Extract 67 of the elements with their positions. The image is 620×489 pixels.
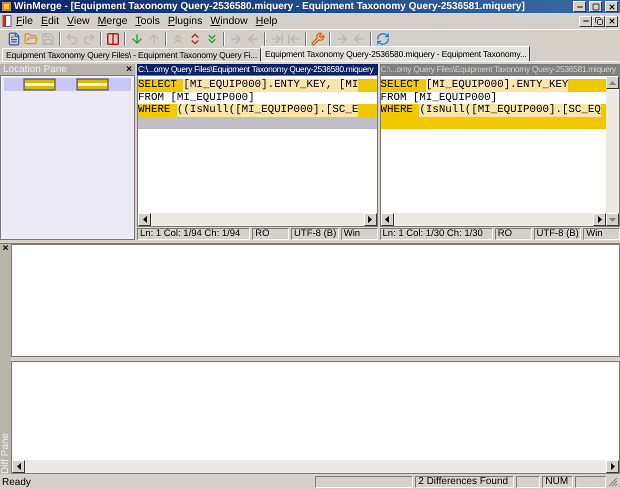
status-cell: Ln: 1 Col: 1/30 Ch: 1/30 (380, 228, 493, 240)
scroll-right-button[interactable] (593, 213, 606, 226)
close-button[interactable] (605, 1, 618, 12)
close-icon (608, 17, 616, 25)
status-cell: RO (252, 228, 290, 240)
right-arrow-icon (368, 216, 372, 223)
resize-grip-icon (608, 477, 618, 487)
minimize-button[interactable] (579, 16, 592, 26)
file-path-header: C:\...omy Query Files\Equipment Taxonomy Query-2536580.miquery (137, 64, 378, 75)
menu-item[interactable]: Window (206, 15, 252, 27)
menu-item[interactable]: Edit (36, 15, 64, 27)
status-cell: Ln: 1 Col: 1/94 Ch: 1/94 (137, 228, 250, 240)
scroll-right-button[interactable] (364, 213, 376, 226)
horizontal-scrollbar[interactable] (138, 213, 376, 226)
restore-button[interactable] (592, 16, 605, 26)
close-icon (608, 2, 616, 10)
scroll-left-button[interactable] (12, 460, 25, 473)
document-icon (2, 15, 12, 27)
refresh-icon[interactable] (375, 30, 391, 46)
menu-item[interactable]: Merge (94, 15, 132, 27)
maximize-button[interactable] (589, 1, 602, 12)
status-cell (575, 476, 606, 488)
up-arrow-icon (609, 80, 616, 84)
scroll-right-button[interactable] (606, 460, 619, 473)
status-cell: RO (494, 228, 532, 240)
menu-item[interactable]: View (63, 15, 94, 27)
document-tab[interactable]: Equipment Taxonomy Query Files\ - Equipment Taxonomy Query Fi... (2, 48, 262, 61)
pane-title: Diff Pane (0, 433, 11, 474)
close-button[interactable]: × (126, 64, 132, 74)
menu-item[interactable]: Tools (131, 15, 164, 27)
status-cell (516, 476, 540, 488)
menu-item[interactable]: File (12, 15, 37, 27)
pane-title: Location Pane (3, 64, 67, 75)
file-path-header: C:\...omy Query Files\Equipment Taxonomy Query-2536581.miquery (380, 64, 620, 75)
left-arrow-icon (16, 463, 20, 470)
status-cell: UTF-8 (B) (534, 228, 582, 240)
status-cell: 2 Differences Found (415, 476, 514, 488)
menu-item[interactable]: Plugins (164, 15, 206, 27)
vertical-scrollbar[interactable] (606, 76, 619, 226)
scroll-up-button[interactable] (606, 76, 619, 89)
app-icon (2, 2, 11, 11)
close-button[interactable] (605, 16, 618, 26)
horizontal-scrollbar[interactable] (12, 460, 619, 473)
status-cell: Win (583, 228, 620, 240)
horizontal-scrollbar[interactable] (380, 213, 606, 226)
status-cell: Win (340, 228, 378, 240)
status-cell: NUM (542, 476, 574, 488)
down-arrow-icon (609, 218, 616, 222)
status-text: Ready (2, 476, 32, 488)
window-title: WinMerge - [Equipment Taxonomy Query-2536580.miquery - Equipment Taxonomy Query-2536581.miquery] (14, 1, 526, 12)
columns-icon[interactable] (105, 30, 121, 46)
left-arrow-icon (142, 216, 146, 223)
left-arrow-icon (385, 216, 389, 223)
status-cell: UTF-8 (B) (291, 228, 339, 240)
minimize-button[interactable] (573, 1, 586, 12)
document-tab[interactable]: Equipment Taxonomy Query-2536580.miquery - Equipment Taxonomy... (261, 46, 530, 61)
menu-item[interactable]: Help (252, 15, 282, 27)
wrench-icon[interactable] (310, 30, 326, 46)
right-arrow-icon (598, 216, 602, 223)
restore-icon (594, 17, 602, 25)
maximize-icon (592, 2, 600, 10)
scroll-down-button[interactable] (606, 213, 619, 226)
new-file-icon[interactable] (6, 30, 22, 46)
scroll-left-button[interactable] (138, 213, 151, 226)
right-arrow-icon (610, 463, 614, 470)
scroll-left-button[interactable] (380, 213, 394, 226)
close-button[interactable]: × (2, 244, 8, 254)
